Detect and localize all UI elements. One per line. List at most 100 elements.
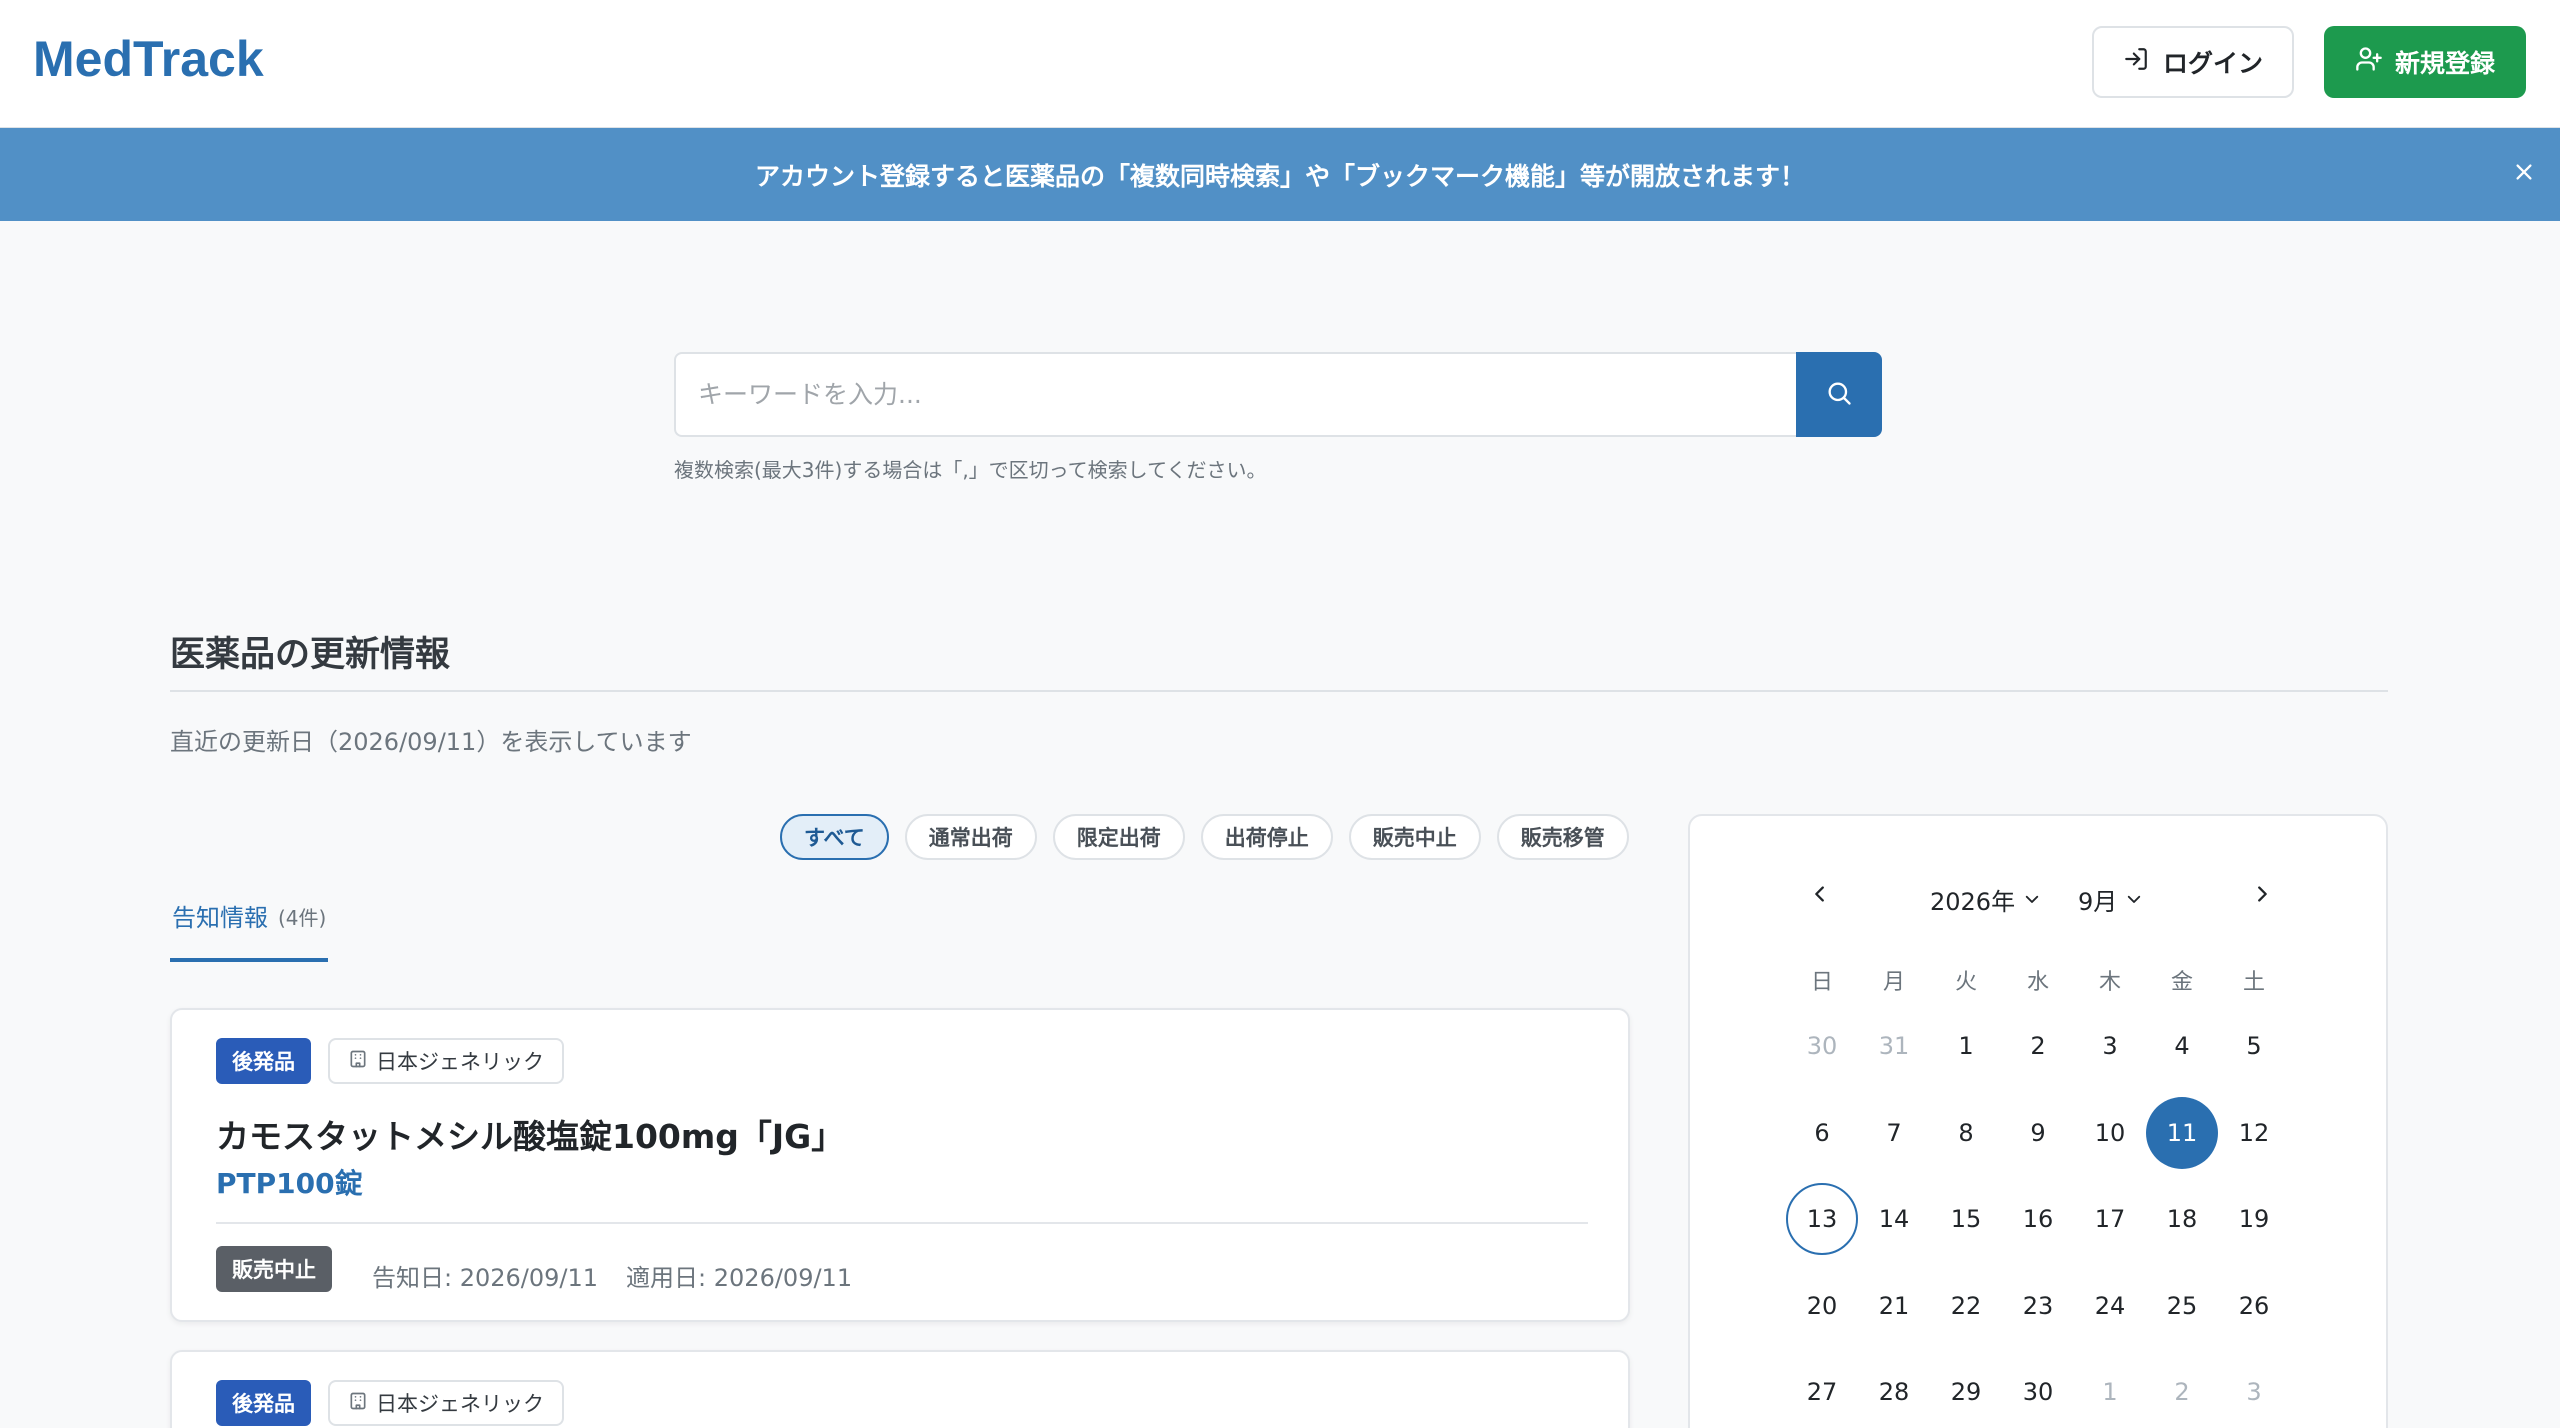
calendar-day[interactable]: 5 (2218, 1010, 2290, 1082)
manufacturer-name: 日本ジェネリック (376, 1392, 544, 1416)
calendar-day[interactable]: 30 (2002, 1356, 2074, 1428)
calendar-day[interactable]: 6 (1786, 1097, 1858, 1169)
calendar-day[interactable]: 29 (1930, 1356, 2002, 1428)
banner-close-button[interactable] (2506, 156, 2542, 192)
login-label: ログイン (2162, 49, 2263, 78)
calendar-weekday: 木 (2098, 970, 2121, 995)
card-dates: 告知日: 2026/09/11 適用日: 2026/09/11 (372, 1258, 852, 1293)
calendar-day[interactable]: 1 (2074, 1356, 2146, 1428)
calendar-month-select[interactable]: 9月 (2078, 882, 2143, 917)
calendar-day[interactable]: 26 (2218, 1270, 2290, 1342)
search-button[interactable] (1796, 352, 1882, 437)
status-filter-group: すべて 通常出荷 限定出荷 出荷停止 販売中止 販売移管 (780, 814, 1629, 860)
tab-label: 告知情報 (172, 904, 268, 932)
chevron-right-icon (2251, 883, 2273, 909)
building-icon (348, 1049, 368, 1074)
tab-count: (4件) (278, 906, 327, 930)
calendar-year-select[interactable]: 2026年 (1930, 882, 2041, 917)
search-bar (674, 352, 1882, 437)
calendar-month: 9月 (2078, 888, 2118, 916)
app-logo[interactable]: MedTrack (33, 30, 264, 88)
search-icon (1825, 379, 1853, 411)
calendar-weekday: 日 (1810, 970, 1833, 995)
calendar-day[interactable]: 27 (1786, 1356, 1858, 1428)
section-title: 医薬品の更新情報 (170, 635, 451, 675)
manufacturer-badge[interactable]: 日本ジェネリック (328, 1038, 564, 1084)
search-hint: 複数検索(最大3件)する場合は「,」で区切って検索してください。 (674, 458, 1267, 482)
calendar-day[interactable]: 3 (2074, 1010, 2146, 1082)
filter-discontinued[interactable]: 販売中止 (1348, 814, 1481, 860)
manufacturer-name: 日本ジェネリック (376, 1050, 544, 1074)
calendar-weekday: 金 (2170, 970, 2193, 995)
chevron-down-icon (2125, 886, 2143, 914)
calendar-day[interactable]: 13 (1786, 1183, 1858, 1255)
tab-notices[interactable]: 告知情報 (4件) (170, 898, 329, 962)
notice-date: 告知日: 2026/09/11 (372, 1264, 599, 1292)
apply-date: 適用日: 2026/09/11 (626, 1264, 853, 1292)
status-badge: 販売中止 (216, 1246, 332, 1292)
generic-badge: 後発品 (216, 1038, 311, 1084)
calendar-day[interactable]: 2 (2146, 1356, 2218, 1428)
calendar-day[interactable]: 18 (2146, 1183, 2218, 1255)
calendar-day[interactable]: 30 (1786, 1010, 1858, 1082)
app-header: MedTrack ログイン 新規登録 (0, 0, 2560, 128)
calendar-day[interactable]: 4 (2146, 1010, 2218, 1082)
update-calendar: 2026年 9月 日月火水木金土 30 31 1 2 3 4 5 6 7 8 9 10 11 12 13 14 1… (1688, 814, 2388, 1428)
filter-shipping-suspended[interactable]: 出荷停止 (1200, 814, 1333, 860)
banner-text: アカウント登録すると医薬品の「複数同時検索」や「ブックマーク機能」等が開放されま… (754, 161, 1805, 191)
search-input[interactable] (674, 352, 1796, 437)
calendar-day[interactable]: 20 (1786, 1270, 1858, 1342)
calendar-day[interactable]: 7 (1858, 1097, 1930, 1169)
drug-name[interactable]: カモスタットメシル酸塩錠100mg「JG」 (216, 1110, 844, 1158)
close-icon (2513, 161, 2535, 187)
calendar-day[interactable]: 28 (1858, 1356, 1930, 1428)
calendar-weekday: 火 (1954, 970, 1977, 995)
filter-sales-transfer[interactable]: 販売移管 (1496, 814, 1629, 860)
filter-all[interactable]: すべて (780, 814, 889, 860)
login-button[interactable]: ログイン (2092, 26, 2294, 98)
filter-normal-shipping[interactable]: 通常出荷 (904, 814, 1037, 860)
calendar-weekday: 水 (2026, 970, 2049, 995)
user-plus-icon (2355, 45, 2383, 79)
calendar-day[interactable]: 11 (2146, 1096, 2218, 1169)
calendar-day[interactable]: 15 (1930, 1183, 2002, 1255)
manufacturer-badge[interactable]: 日本ジェネリック (328, 1380, 564, 1426)
generic-badge: 後発品 (216, 1380, 311, 1426)
drug-update-card[interactable]: 後発品 日本ジェネリック カモスタットメシル酸塩錠100mg「JG」 PTP10… (170, 1008, 1630, 1322)
calendar-day[interactable]: 1 (1930, 1010, 2002, 1082)
calendar-day[interactable]: 12 (2218, 1097, 2290, 1169)
calendar-day[interactable]: 31 (1858, 1010, 1930, 1082)
drug-package[interactable]: PTP100錠 (216, 1162, 363, 1202)
building-icon (348, 1391, 368, 1416)
calendar-year: 2026年 (1930, 888, 2016, 916)
calendar-day[interactable]: 22 (1930, 1270, 2002, 1342)
calendar-day[interactable]: 3 (2218, 1356, 2290, 1428)
filter-limited-shipping[interactable]: 限定出荷 (1052, 814, 1185, 860)
calendar-day[interactable]: 23 (2002, 1270, 2074, 1342)
drug-update-card[interactable]: 後発品 日本ジェネリック (170, 1350, 1630, 1428)
calendar-day[interactable]: 8 (1930, 1097, 2002, 1169)
calendar-day[interactable]: 9 (2002, 1097, 2074, 1169)
calendar-day[interactable]: 19 (2218, 1183, 2290, 1255)
section-divider (170, 690, 2388, 692)
calendar-day[interactable]: 24 (2074, 1270, 2146, 1342)
login-icon (2123, 46, 2149, 78)
card-divider (216, 1222, 1588, 1224)
calendar-prev-button[interactable] (1800, 876, 1840, 916)
calendar-day[interactable]: 10 (2074, 1097, 2146, 1169)
calendar-day[interactable]: 2 (2002, 1010, 2074, 1082)
calendar-day[interactable]: 17 (2074, 1183, 2146, 1255)
signup-label: 新規登録 (2394, 49, 2495, 78)
chevron-left-icon (1809, 883, 1831, 909)
calendar-day[interactable]: 21 (1858, 1270, 1930, 1342)
signup-button[interactable]: 新規登録 (2324, 26, 2526, 98)
signup-promo-banner: アカウント登録すると医薬品の「複数同時検索」や「ブックマーク機能」等が開放されま… (0, 128, 2560, 221)
calendar-weekday: 月 (1882, 970, 1905, 995)
calendar-day[interactable]: 14 (1858, 1183, 1930, 1255)
chevron-down-icon (2023, 886, 2041, 914)
calendar-next-button[interactable] (2242, 876, 2282, 916)
calendar-day[interactable]: 25 (2146, 1270, 2218, 1342)
calendar-weekday: 土 (2242, 970, 2265, 995)
calendar-day[interactable]: 16 (2002, 1183, 2074, 1255)
section-subtitle: 直近の更新日（2026/09/11）を表示しています (170, 728, 692, 756)
